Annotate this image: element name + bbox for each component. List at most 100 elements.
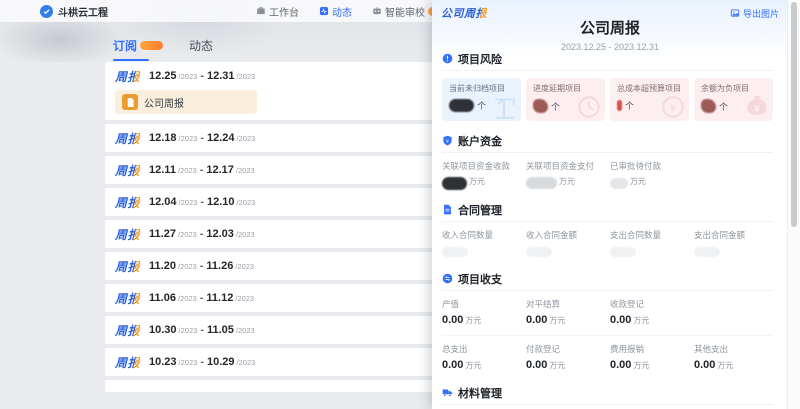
tab-subscription[interactable]: 订阅: [113, 37, 163, 54]
report-section: ¥账户资金关联项目资金收款万元关联项目资金支付万元已审批待付款万元: [442, 134, 773, 190]
weekly-report-logo: 周报: [115, 226, 140, 243]
stat-unit: 万元: [469, 176, 485, 187]
list-item[interactable]: 周报11.06/2023-11.12/2023: [105, 284, 432, 312]
stat-label: 支出合同金额: [694, 229, 773, 241]
list-item[interactable]: 周报11.20/2023-11.26/2023: [105, 252, 432, 280]
stat-value: 万元: [610, 176, 773, 190]
app-window: 斗栱云工程 工作台 动态 智能审校 订阅 动态 周报12.25: [0, 0, 800, 409]
stat-value: 万元: [442, 176, 526, 190]
risk-card-unit: 个: [477, 99, 486, 112]
report-section: 合同管理收入合同数量收入合同金额支出合同数量支出合同金额: [442, 203, 773, 259]
divider: [442, 290, 773, 291]
date-end-year: /2023: [236, 230, 255, 239]
stat: 支出合同数量: [610, 229, 694, 259]
attachment-item[interactable]: 公司周报: [115, 90, 257, 114]
list-item-summary: 周报10.23/2023-10.29/2023: [115, 354, 422, 370]
nav-label: 智能审校: [385, 4, 425, 19]
stat-value: 0.00万元: [610, 314, 773, 328]
list-item[interactable]: 周报12.25/2023-12.31/2023 公司周报: [105, 62, 432, 120]
date-start-year: /2023: [179, 134, 198, 143]
list-item[interactable]: 周报12.04/2023-12.10/2023: [105, 188, 432, 216]
stat: 付款登记0.00万元: [526, 343, 610, 373]
tab-activity[interactable]: 动态: [189, 37, 213, 54]
stat-value: 0.00万元: [442, 359, 526, 373]
date-end-year: /2023: [237, 72, 256, 81]
date-range: 12.18/2023-12.24/2023: [149, 132, 255, 144]
stat-label: 支出合同数量: [610, 229, 694, 241]
stat-unit: 万元: [559, 176, 575, 187]
redacted-value: [449, 99, 474, 112]
list-item-summary: 周报11.20/2023-11.26/2023: [115, 258, 422, 274]
subscription-feed: 周报12.25/2023-12.31/2023公司周报周报12.18/2023-…: [105, 62, 432, 409]
date-start-year: /2023: [178, 294, 197, 303]
money-bag-icon: ¥: [744, 94, 770, 120]
stat-label: 产值: [442, 298, 526, 310]
redacted-value: [526, 247, 552, 257]
app-logo-icon: [40, 5, 53, 18]
section-title: 材料管理: [458, 385, 502, 401]
risk-card-label: 进度延期项目: [533, 83, 598, 94]
stat-value-number: 0.00: [442, 314, 463, 326]
date-dash: -: [200, 292, 204, 304]
date-end: 12.10: [207, 196, 235, 208]
stat: 其他支出0.00万元: [694, 343, 773, 373]
scrollbar-thumb[interactable]: [791, 2, 797, 227]
date-start: 12.25: [149, 70, 177, 82]
stat: 收款登记0.00万元: [610, 298, 773, 328]
risk-card: 总成本超预算项目个¥: [610, 78, 689, 121]
date-dash: -: [200, 356, 204, 368]
crane-icon: [492, 94, 518, 120]
list-item[interactable]: 周报11.27/2023-12.03/2023: [105, 220, 432, 248]
stat-value-number: 0.00: [610, 314, 631, 326]
divider: [442, 152, 773, 153]
date-end-year: /2023: [236, 166, 255, 175]
stat: 收入合同数量: [442, 229, 526, 259]
export-image-button[interactable]: 导出图片: [730, 7, 779, 20]
stat-value: 0.00万元: [610, 359, 694, 373]
list-item-summary: 周报12.11/2023-12.17/2023: [115, 162, 422, 178]
section-header-risk: 项目风险: [442, 52, 773, 65]
redacted-value: [533, 99, 548, 113]
section-title: 项目收支: [458, 271, 502, 287]
list-item-summary: 周报12.25/2023-12.31/2023: [115, 68, 422, 84]
stat-label: 关联项目资金支付: [526, 160, 610, 172]
nav-item-workbench[interactable]: 工作台: [256, 4, 299, 19]
list-item[interactable]: 周报12.11/2023-12.17/2023: [105, 156, 432, 184]
list-item-summary: 周报11.06/2023-11.12/2023: [115, 290, 422, 306]
date-dash: -: [200, 164, 204, 176]
stat-unit: 万元: [549, 360, 565, 371]
date-end-year: /2023: [236, 326, 255, 335]
date-start-year: /2023: [178, 262, 197, 271]
date-start-year: /2023: [179, 198, 198, 207]
list-item[interactable]: 周报10.23/2023-10.29/2023: [105, 348, 432, 376]
date-end-year: /2023: [235, 294, 254, 303]
date-range: 12.25/2023-12.31/2023: [149, 70, 255, 82]
contract-icon: [442, 204, 453, 215]
list-item[interactable]: 周报12.18/2023-12.24/2023: [105, 124, 432, 152]
stat-unit: 万元: [633, 315, 649, 326]
stat-value-number: 0.00: [694, 359, 715, 371]
date-dash: -: [200, 228, 204, 240]
list-item[interactable]: 周报10.30/2023-11.05/2023: [105, 316, 432, 344]
date-start-year: /2023: [179, 326, 198, 335]
date-end: 12.03: [206, 228, 234, 240]
stat-value-number: 0.00: [526, 314, 547, 326]
redacted-value: [526, 177, 557, 189]
date-dash: -: [200, 324, 204, 336]
divider: [442, 404, 773, 405]
stat-label: 费用报销: [610, 343, 694, 355]
list-item[interactable]: [105, 380, 432, 392]
section-header: 材料管理: [442, 386, 773, 399]
redacted-value: [442, 247, 468, 257]
scrollbar[interactable]: [787, 0, 800, 409]
date-range: 11.27/2023-12.03/2023: [149, 228, 255, 240]
date-end: 11.26: [206, 260, 233, 272]
stat-value-number: 0.00: [442, 359, 463, 371]
stat-row: 关联项目资金收款万元关联项目资金支付万元已审批待付款万元: [442, 160, 773, 190]
stat-label: 对平结算: [526, 298, 610, 310]
export-image-icon: [730, 8, 740, 18]
stat-unit: 万元: [549, 315, 565, 326]
nav-item-activity[interactable]: 动态: [319, 4, 352, 19]
subscription-badge: [140, 41, 163, 50]
date-start: 11.20: [149, 260, 176, 272]
